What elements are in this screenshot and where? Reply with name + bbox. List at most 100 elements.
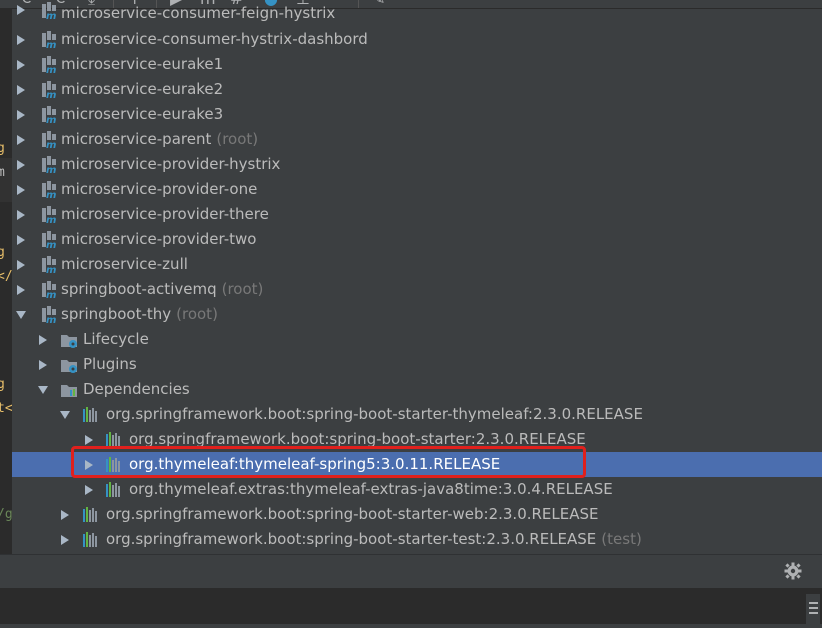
tree-row-label: microservice-eurake3 bbox=[61, 105, 224, 123]
expand-arrow-icon[interactable] bbox=[38, 335, 48, 345]
expand-arrow-icon[interactable] bbox=[60, 510, 70, 520]
tree-row-microservice-provider-two[interactable]: microservice-provider-two bbox=[12, 227, 822, 252]
tree-row-dependency[interactable]: org.thymeleaf.extras:thymeleaf-extras-ja… bbox=[12, 477, 822, 502]
maven-module-icon bbox=[40, 131, 58, 149]
expand-arrow-icon[interactable] bbox=[16, 35, 26, 45]
expand-arrow-icon[interactable] bbox=[16, 85, 26, 95]
collapse-arrow-icon[interactable] bbox=[60, 410, 70, 420]
editor-text: /g bbox=[0, 507, 12, 522]
soft-wrap-list-icon[interactable] bbox=[806, 594, 820, 624]
tree-row-dependencies[interactable]: Dependencies bbox=[12, 377, 822, 402]
gear-icon[interactable] bbox=[784, 562, 802, 580]
library-icon bbox=[82, 506, 100, 524]
collapse-arrow-icon[interactable] bbox=[38, 385, 48, 395]
expand-arrow-icon[interactable] bbox=[84, 485, 94, 495]
maven-module-icon bbox=[40, 256, 58, 274]
library-icon bbox=[105, 481, 123, 499]
editor-text: g bbox=[0, 377, 5, 392]
tree-row-dependency[interactable]: org.springframework.boot:spring-boot-sta… bbox=[12, 402, 822, 427]
expand-arrow-icon[interactable] bbox=[16, 260, 26, 270]
dependencies-folder-icon bbox=[60, 381, 78, 399]
tree-row-springboot-thy[interactable]: springboot-thy (root) bbox=[12, 302, 822, 327]
library-icon bbox=[82, 531, 100, 549]
expand-arrow-icon[interactable] bbox=[16, 60, 26, 70]
tree-row-microservice-eurake1[interactable]: microservice-eurake1 bbox=[12, 52, 822, 77]
expand-arrow-icon[interactable] bbox=[16, 285, 26, 295]
maven-module-icon bbox=[40, 206, 58, 224]
expand-arrow-icon[interactable] bbox=[84, 435, 94, 445]
tree-row-label: microservice-eurake2 bbox=[61, 80, 224, 98]
maven-module-icon bbox=[40, 106, 58, 124]
tree-row-text: microservice-parent bbox=[61, 130, 212, 148]
editor-fragment: g m g </ g t< /g bbox=[0, 8, 12, 554]
editor-text: m bbox=[0, 165, 5, 180]
tree-row-microservice-consumer-feign-hystrix[interactable]: microservice-consumer-feign-hystrix bbox=[12, 2, 822, 27]
tree-row-microservice-parent[interactable]: microservice-parent (root) bbox=[12, 127, 822, 152]
library-icon bbox=[82, 406, 100, 424]
tree-row-label: Lifecycle bbox=[83, 330, 149, 348]
tree-row-label: microservice-eurake1 bbox=[61, 55, 224, 73]
tree-row-label: org.springframework.boot:spring-boot-sta… bbox=[106, 505, 599, 523]
collapse-arrow-icon[interactable] bbox=[16, 310, 26, 320]
expand-arrow-icon[interactable] bbox=[38, 360, 48, 370]
tree-row-text: springboot-activemq bbox=[61, 280, 217, 298]
editor-text: </ bbox=[0, 269, 12, 284]
tree-row-label: microservice-parent (root) bbox=[61, 130, 258, 148]
expand-arrow-icon[interactable] bbox=[16, 160, 26, 170]
tree-row-label: org.springframework.boot:spring-boot-sta… bbox=[106, 530, 642, 548]
plugins-folder-icon bbox=[60, 356, 78, 374]
expand-arrow-icon[interactable] bbox=[16, 210, 26, 220]
annotation-highlight-box bbox=[71, 446, 586, 478]
editor-text: t< bbox=[0, 401, 12, 416]
tree-row-label: microservice-provider-one bbox=[61, 180, 258, 198]
tree-row-text: springboot-thy bbox=[61, 305, 172, 323]
maven-module-icon bbox=[40, 306, 58, 324]
tree-row-microservice-provider-there[interactable]: microservice-provider-there bbox=[12, 202, 822, 227]
editor-text: g bbox=[0, 141, 5, 156]
lifecycle-folder-icon bbox=[60, 331, 78, 349]
maven-module-icon bbox=[40, 2, 58, 20]
tree-row-dependency[interactable]: org.springframework.boot:spring-boot-sta… bbox=[12, 527, 822, 552]
tree-row-label: Dependencies bbox=[83, 380, 190, 398]
tree-row-lifecycle[interactable]: Lifecycle bbox=[12, 327, 822, 352]
maven-module-icon bbox=[40, 56, 58, 74]
tree-row-label: microservice-consumer-feign-hystrix bbox=[61, 4, 336, 22]
expand-arrow-icon[interactable] bbox=[16, 110, 26, 120]
tree-row-label: microservice-consumer-hystrix-dashbord bbox=[61, 30, 368, 48]
expand-arrow-icon[interactable] bbox=[16, 235, 26, 245]
tree-row-label: Plugins bbox=[83, 355, 137, 373]
tree-row-springboot-activemq[interactable]: springboot-activemq (root) bbox=[12, 277, 822, 302]
expand-arrow-icon[interactable] bbox=[60, 535, 70, 545]
maven-module-icon bbox=[40, 231, 58, 249]
tree-row-microservice-consumer-hystrix-dashbord[interactable]: microservice-consumer-hystrix-dashbord bbox=[12, 27, 822, 52]
tree-row-microservice-provider-one[interactable]: microservice-provider-one bbox=[12, 177, 822, 202]
tree-row-dependency[interactable]: org.springframework.boot:spring-boot-sta… bbox=[12, 502, 822, 527]
tree-row-microservice-provider-hystrix[interactable]: microservice-provider-hystrix bbox=[12, 152, 822, 177]
expand-arrow-icon[interactable] bbox=[16, 185, 26, 195]
tree-row-microservice-eurake3[interactable]: microservice-eurake3 bbox=[12, 102, 822, 127]
console-area bbox=[0, 588, 822, 624]
tree-row-microservice-zull[interactable]: microservice-zull bbox=[12, 252, 822, 277]
root-suffix: (root) bbox=[221, 280, 264, 298]
tree-row-microservice-eurake2[interactable]: microservice-eurake2 bbox=[12, 77, 822, 102]
expand-arrow-icon[interactable] bbox=[16, 135, 26, 145]
tree-row-label: microservice-zull bbox=[61, 255, 188, 273]
root-suffix: (root) bbox=[176, 305, 218, 323]
tree-row-text: org.springframework.boot:spring-boot-sta… bbox=[106, 530, 597, 548]
bottom-panel-header bbox=[0, 554, 822, 589]
tree-row-label: springboot-thy (root) bbox=[61, 305, 218, 323]
root-suffix: (root) bbox=[216, 130, 259, 148]
tree-row-label: microservice-provider-there bbox=[61, 205, 269, 223]
maven-module-icon bbox=[40, 281, 58, 299]
tree-row-label: springboot-activemq (root) bbox=[61, 280, 263, 298]
tree-row-label: org.thymeleaf.extras:thymeleaf-extras-ja… bbox=[129, 480, 613, 498]
maven-module-icon bbox=[40, 156, 58, 174]
tree-row-plugins[interactable]: Plugins bbox=[12, 352, 822, 377]
maven-module-icon bbox=[40, 181, 58, 199]
expand-arrow-icon[interactable] bbox=[16, 5, 26, 15]
tree-row-label: org.springframework.boot:spring-boot-sta… bbox=[106, 405, 643, 423]
editor-text: g bbox=[0, 245, 5, 260]
tree-row-label: microservice-provider-hystrix bbox=[61, 155, 281, 173]
maven-module-icon bbox=[40, 31, 58, 49]
tree-row-label: microservice-provider-two bbox=[61, 230, 257, 248]
